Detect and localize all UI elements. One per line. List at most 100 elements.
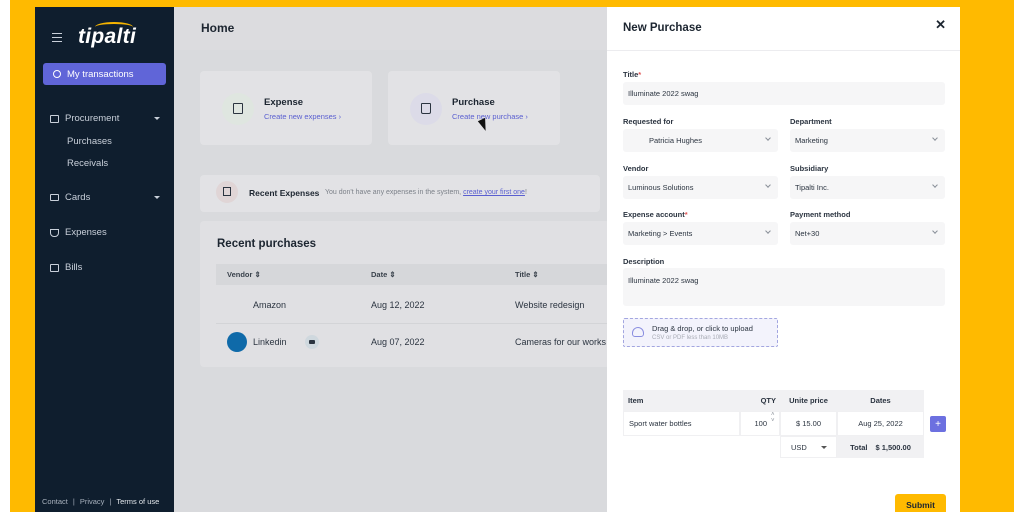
description-label: Description (623, 257, 665, 266)
sidebar-header: tipalti (35, 21, 174, 55)
recent-purchases-section: Recent purchases Vendor ⇕ Date ⇕ Title ⇕… (200, 221, 610, 367)
receipt-icon (223, 187, 231, 196)
sidebar-item-cards[interactable]: Cards (50, 192, 160, 203)
hamburger-menu-icon[interactable] (52, 33, 62, 42)
my-transactions-label: My transactions (67, 68, 134, 80)
column-header-title[interactable]: Title ⇕ (515, 270, 539, 279)
unit-price-input[interactable]: $ 15.00 (780, 411, 837, 436)
table-row[interactable]: Amazon Aug 12, 2022 Website redesign (216, 287, 610, 324)
panel-title: New Purchase (623, 22, 702, 34)
date-cell: Aug 07, 2022 (371, 337, 425, 347)
sidebar-item-purchases[interactable]: Purchases (67, 136, 112, 147)
expense-card-title: Expense (264, 97, 304, 108)
total-cell: Total $ 1,500.00 (837, 436, 924, 458)
selected-value: Patricia Hughes (649, 136, 702, 145)
column-header-qty: QTY (740, 390, 780, 411)
expense-account-select[interactable]: Marketing > Events (623, 222, 778, 245)
qty-stepper[interactable]: ˄ ˅ (771, 412, 775, 424)
sidebar-item-bills[interactable]: Bills (50, 262, 160, 273)
cloud-upload-icon (632, 327, 644, 337)
add-line-item-button[interactable]: + (930, 416, 946, 432)
currency-select[interactable]: USD (780, 436, 837, 458)
privacy-link[interactable]: Privacy (80, 497, 105, 506)
sidebar-item-label: Cards (65, 192, 91, 203)
description-textarea[interactable]: Illuminate 2022 swag (623, 268, 945, 306)
requested-for-select[interactable]: Patricia Hughes (623, 129, 778, 152)
subsidiary-label: Subsidiary (790, 164, 829, 173)
panel-header: New Purchase ✕ (607, 7, 960, 51)
chevron-down-icon (932, 135, 938, 141)
expense-icon-circle (216, 181, 238, 203)
recent-expenses-message: You don't have any expenses in the syste… (325, 189, 527, 196)
column-header-vendor[interactable]: Vendor ⇕ (227, 270, 261, 279)
department-select[interactable]: Marketing (790, 129, 945, 152)
expense-icon-circle (222, 93, 254, 125)
vendor-avatar (227, 332, 247, 352)
title-label: Title* (623, 70, 641, 79)
chevron-down-icon (932, 228, 938, 234)
submit-button[interactable]: Submit (895, 494, 946, 512)
purchase-card[interactable]: Purchase Create new purchase › (388, 71, 560, 145)
stepper-down-icon[interactable]: ˅ (771, 418, 775, 424)
table-row[interactable]: Linkedin Aug 07, 2022 Cameras for our wo… (216, 324, 610, 361)
required-mark: * (638, 70, 642, 79)
date-input[interactable]: Aug 25, 2022 (837, 411, 924, 436)
terms-link[interactable]: Terms of use (116, 497, 159, 506)
sidebar-item-procurement[interactable]: Procurement (50, 113, 160, 124)
bill-icon (50, 263, 59, 272)
sidebar-item-label: Procurement (65, 113, 120, 124)
chevron-down-icon (765, 228, 771, 234)
coffee-icon (50, 228, 59, 237)
separator: | (72, 497, 75, 506)
my-transactions-button[interactable]: My transactions (43, 63, 166, 85)
main-header: Home (174, 7, 607, 50)
selected-value: Tipalti Inc. (795, 183, 829, 192)
new-purchase-panel: New Purchase ✕ Title* Illuminate 2022 sw… (607, 7, 960, 512)
contact-link[interactable]: Contact (42, 497, 68, 506)
create-purchase-link[interactable]: Create new purchase › (452, 112, 528, 121)
subsidiary-select[interactable]: Tipalti Inc. (790, 176, 945, 199)
selected-value: Net+30 (795, 229, 820, 238)
payment-method-label: Payment method (790, 210, 851, 219)
vendor-select[interactable]: Luminous Solutions (623, 176, 778, 199)
create-expense-link[interactable]: Create new expenses › (264, 112, 341, 121)
total-label: Total (850, 442, 868, 452)
column-header-unit-price: Unite price (780, 390, 837, 411)
sidebar-item-receivals[interactable]: Receivals (67, 158, 108, 169)
app-window: tipalti My transactions Procurement Purc… (35, 7, 960, 512)
shopping-bag-icon (421, 103, 431, 114)
calculator-icon (233, 103, 243, 114)
title-cell: Website redesign (515, 300, 585, 310)
selected-value: Marketing > Events (628, 229, 693, 238)
main-content: Home Expense Create new expenses › Purch… (174, 7, 610, 512)
empty-message: You don't have any expenses in the syste… (325, 189, 464, 196)
file-upload-dropzone[interactable]: Drag & drop, or click to upload CSV or P… (623, 318, 778, 347)
title-input[interactable]: Illuminate 2022 swag (623, 82, 945, 105)
sidebar-footer: Contact | Privacy | Terms of use (42, 497, 159, 506)
bag-icon (50, 114, 59, 123)
item-name-input[interactable]: Sport water bottles (623, 411, 740, 436)
sidebar-item-label: Bills (65, 262, 83, 273)
separator: | (109, 497, 112, 506)
exclamation: ! (524, 189, 527, 196)
user-circle-icon (53, 70, 61, 78)
currency-value: USD (791, 442, 807, 452)
expense-card[interactable]: Expense Create new expenses › (200, 71, 372, 145)
column-header-dates: Dates (837, 390, 924, 411)
caret-down-icon (154, 196, 160, 199)
vendor-label: Vendor (623, 164, 649, 173)
sidebar-item-expenses[interactable]: Expenses (50, 227, 160, 238)
chevron-down-icon (765, 182, 771, 188)
create-first-expense-link[interactable]: create your first one (463, 189, 525, 196)
vendor-cell: Amazon (253, 300, 287, 310)
close-icon[interactable]: ✕ (935, 17, 946, 33)
selected-value: Luminous Solutions (628, 183, 694, 192)
vendor-cell: Linkedin (253, 337, 287, 347)
card-payment-icon (305, 335, 319, 349)
column-header-date[interactable]: Date ⇕ (371, 270, 396, 279)
card-icon (50, 194, 59, 201)
column-header-item: Item (623, 390, 740, 411)
payment-method-select[interactable]: Net+30 (790, 222, 945, 245)
selected-value: Marketing (795, 136, 828, 145)
upload-hint: CSV or PDF less than 10MB (652, 335, 729, 341)
